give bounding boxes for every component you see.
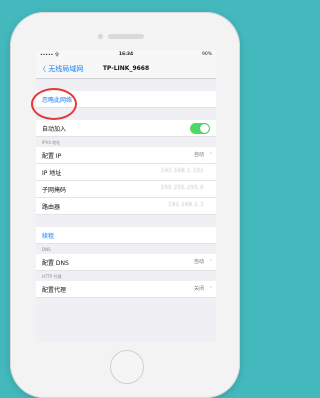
- config-ip-row[interactable]: 配置 IP 自动 ›: [36, 147, 216, 164]
- highlight-circle: [31, 88, 77, 120]
- router-label: 路由器: [42, 204, 61, 211]
- page-title: TP-LINK_9668: [102, 65, 150, 72]
- ip-address-row: IP 地址 192.168.1.101: [36, 164, 216, 181]
- status-time: 16:34: [118, 52, 134, 57]
- speaker: [108, 34, 144, 39]
- camera: [98, 34, 103, 39]
- ip-address-label: IP 地址: [42, 170, 62, 177]
- renew-lease-row[interactable]: 续租: [36, 227, 216, 244]
- router-value: 192.168.1.1: [168, 202, 204, 208]
- auto-join-label: 自动加入: [42, 126, 67, 133]
- auto-join-row: 自动加入: [36, 120, 216, 137]
- chevron-right-icon: ›: [209, 284, 212, 291]
- phone-frame: ••••• 令 16:34 90% 〈 无线局域网 TP-LINK_9668 忽…: [10, 12, 240, 398]
- toggle-knob: [200, 124, 209, 133]
- chevron-right-icon: ›: [209, 150, 212, 157]
- config-proxy-label: 配置代理: [42, 287, 67, 294]
- chevron-right-icon: ›: [209, 257, 212, 264]
- config-proxy-row[interactable]: 配置代理 关闭 ›: [36, 281, 216, 298]
- home-button[interactable]: [110, 350, 144, 384]
- ip-address-value: 192.168.1.101: [160, 168, 204, 174]
- dns-section-header: DNS: [42, 247, 51, 252]
- renew-lease-label: 续租: [42, 233, 55, 240]
- battery-indicator: 90%: [201, 52, 212, 57]
- status-bar: ••••• 令 16:34 90%: [36, 50, 216, 60]
- auto-join-toggle[interactable]: [190, 123, 210, 134]
- navigation-bar: 〈 无线局域网 TP-LINK_9668: [36, 60, 216, 79]
- subnet-mask-row: 子网掩码 255.255.255.0: [36, 181, 216, 198]
- http-proxy-section-header: HTTP 代理: [42, 274, 62, 279]
- subnet-mask-value: 255.255.255.0: [160, 185, 204, 191]
- config-dns-value: 自动: [193, 259, 204, 265]
- config-ip-label: 配置 IP: [42, 153, 62, 160]
- config-ip-value: 自动: [193, 152, 204, 158]
- router-row: 路由器 192.168.1.1: [36, 198, 216, 215]
- config-proxy-value: 关闭: [193, 286, 204, 292]
- config-dns-label: 配置 DNS: [42, 260, 69, 267]
- config-dns-row[interactable]: 配置 DNS 自动 ›: [36, 254, 216, 271]
- subnet-mask-label: 子网掩码: [42, 187, 67, 194]
- ipv4-section-header: IPV4 地址: [42, 140, 61, 145]
